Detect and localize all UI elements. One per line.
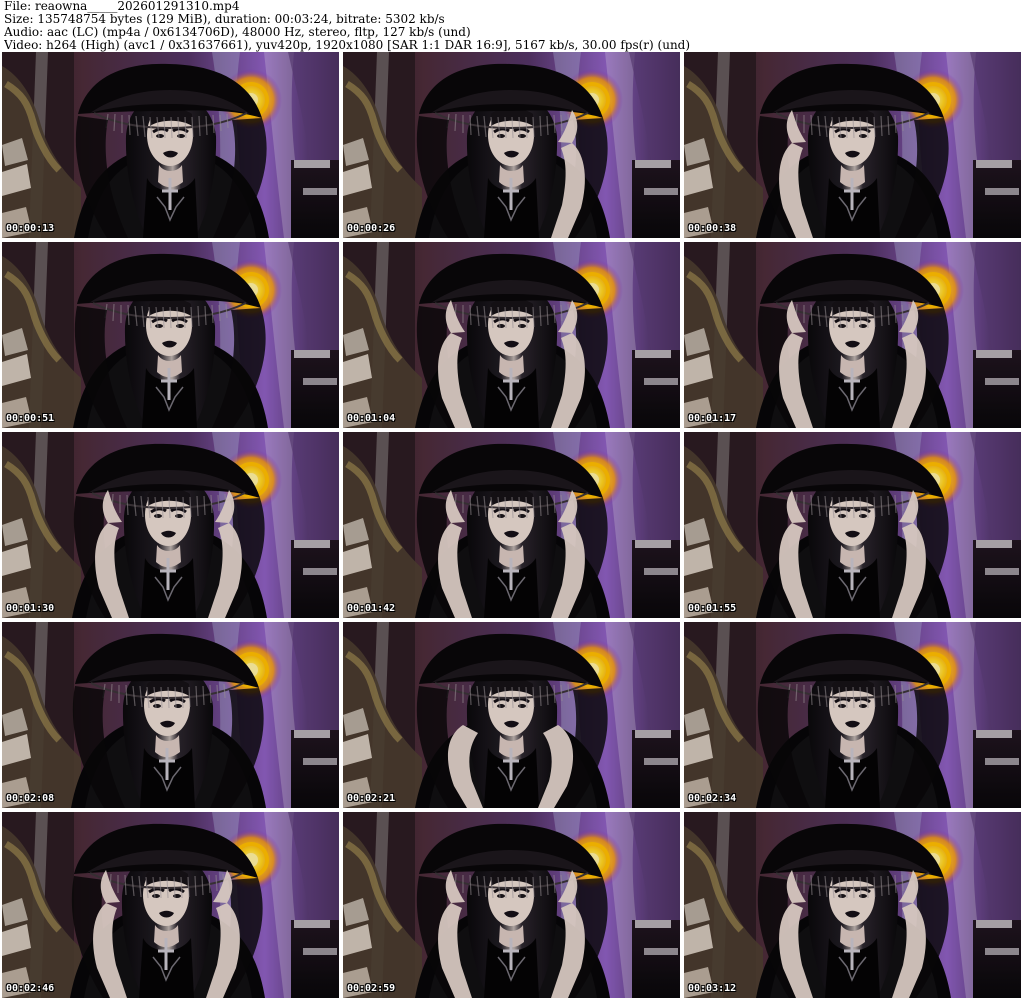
video-thumbnail-2: 00:00:26 [343,52,680,238]
timestamp-label: 00:02:08 [6,793,55,804]
timestamp-label: 00:02:21 [347,793,396,804]
timestamp-label: 00:01:04 [347,413,396,424]
video-info-text: Video: h264 (High) (avc1 / 0x31637661), … [4,38,691,52]
video-frame-image [684,812,1021,998]
video-thumbnail-5: 00:01:04 [343,242,680,428]
video-frame-image [343,812,680,998]
video-thumbnail-8: 00:01:42 [343,432,680,618]
file-metadata-header: File: reaowna_____202601291310.mp4 Size:… [4,0,1020,52]
timestamp-label: 00:02:46 [6,983,55,994]
timestamp-label: 00:00:13 [6,223,55,234]
timestamp-label: 00:02:59 [347,983,396,994]
video-thumbnail-15: 00:03:12 [684,812,1021,998]
video-frame-image [2,622,339,808]
timestamp-label: 00:01:30 [6,603,55,614]
video-frame-image [684,52,1021,238]
video-frame-image [343,432,680,618]
video-thumbnail-7: 00:01:30 [2,432,339,618]
video-thumbnail-4: 00:00:51 [2,242,339,428]
video-frame-image [343,242,680,428]
timestamp-label: 00:03:12 [688,983,737,994]
timestamp-label: 00:01:55 [688,603,737,614]
timestamp-label: 00:02:34 [688,793,737,804]
video-thumbnail-13: 00:02:46 [2,812,339,998]
video-frame-image [684,242,1021,428]
video-thumbnail-3: 00:00:38 [684,52,1021,238]
video-frame-image [2,242,339,428]
video-frame-image [684,622,1021,808]
video-frame-image [2,432,339,618]
video-thumbnail-6: 00:01:17 [684,242,1021,428]
video-frame-image [2,812,339,998]
timestamp-label: 00:00:26 [347,223,396,234]
video-thumbnail-10: 00:02:08 [2,622,339,808]
video-thumbnail-1: 00:00:13 [2,52,339,238]
timestamp-label: 00:00:51 [6,413,55,424]
video-frame-image [684,432,1021,618]
timestamp-label: 00:01:42 [347,603,396,614]
timestamp-label: 00:00:38 [688,223,737,234]
video-thumbnail-11: 00:02:21 [343,622,680,808]
video-frame-image [343,622,680,808]
video-frame-image [2,52,339,238]
thumbnail-grid: 00:00:13 00:00:26 00:00:38 00:00:51 00:0… [0,52,1024,1003]
timestamp-label: 00:01:17 [688,413,737,424]
video-thumbnail-14: 00:02:59 [343,812,680,998]
video-thumbnail-12: 00:02:34 [684,622,1021,808]
video-frame-image [343,52,680,238]
video-thumbnail-9: 00:01:55 [684,432,1021,618]
